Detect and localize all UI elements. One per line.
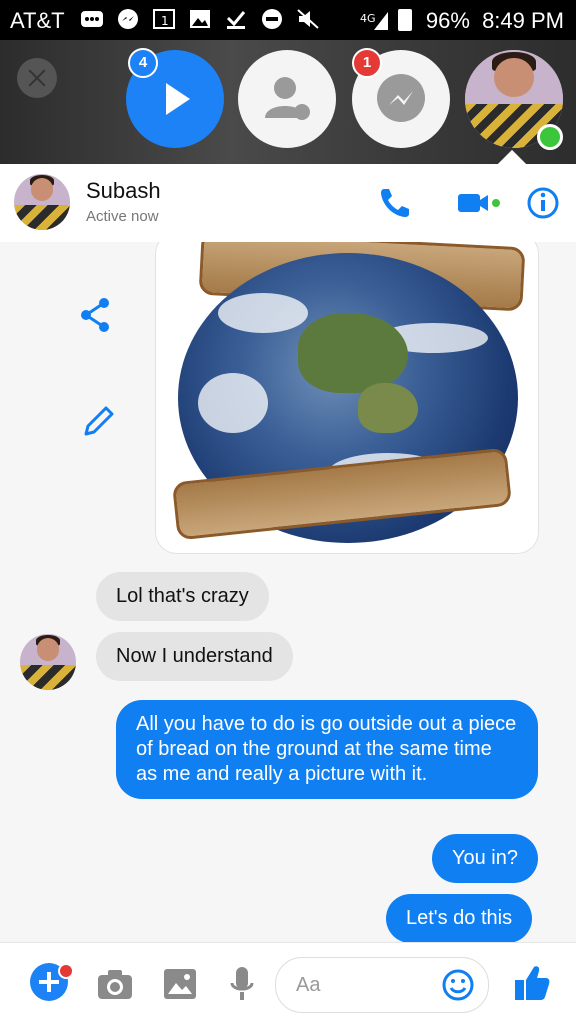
calendar-icon: 1 (152, 8, 176, 30)
sender-avatar[interactable] (20, 634, 76, 690)
status-bar: AT&T 1 4G 96% 8:49 PM (0, 0, 576, 40)
unread-count-badge: 1 (352, 48, 382, 78)
video-call-icon[interactable] (456, 186, 504, 220)
signal-icon: 4G (360, 12, 388, 30)
new-feature-dot (58, 963, 74, 979)
gallery-icon (188, 8, 212, 30)
svg-text:4G: 4G (360, 12, 376, 25)
shared-image[interactable] (155, 242, 539, 554)
message-list[interactable]: Lol that's crazy Now I understand All yo… (0, 242, 576, 942)
battery-percent: 96% (425, 8, 470, 33)
message-bubble[interactable]: Now I understand (96, 632, 293, 681)
like-thumbs-up-icon[interactable] (512, 963, 552, 1003)
download-done-icon (224, 8, 248, 30)
mute-icon (296, 8, 320, 30)
message-bubble[interactable]: All you have to do is go outside out a p… (116, 700, 538, 799)
composer-bar (0, 942, 576, 1025)
contact-avatar[interactable] (14, 174, 70, 230)
svg-text:1: 1 (161, 14, 169, 28)
message-bubble[interactable]: Lol that's crazy (96, 572, 269, 621)
message-input-box[interactable] (275, 957, 489, 1013)
info-icon[interactable] (526, 186, 560, 220)
message-input[interactable] (294, 970, 448, 1000)
chat-heads-bar: 4 1 (0, 40, 576, 164)
do-not-disturb-icon (260, 8, 284, 30)
clock: 8:49 PM (482, 8, 564, 33)
camera-icon[interactable] (96, 967, 134, 1001)
contact-name[interactable]: Subash (86, 178, 161, 204)
phone-call-icon[interactable] (378, 186, 412, 220)
more-icon (80, 8, 104, 30)
close-chat-heads-button[interactable] (17, 58, 57, 98)
message-bubble[interactable]: Let's do this (386, 894, 533, 942)
notification-icons: 1 (80, 8, 320, 30)
message-bubble[interactable]: You in? (432, 834, 538, 883)
gallery-icon[interactable] (162, 967, 198, 1001)
carrier-label: AT&T (10, 8, 65, 33)
online-indicator (537, 124, 563, 150)
person-icon (265, 77, 310, 120)
contacts-chat-head[interactable] (238, 50, 336, 148)
messenger-notif-icon (116, 8, 140, 30)
share-icon[interactable] (78, 296, 112, 334)
emoji-icon[interactable] (441, 968, 475, 1002)
active-status: Active now (86, 208, 159, 225)
conversation-header: Subash Active now (0, 149, 576, 243)
microphone-icon[interactable] (228, 965, 256, 1003)
video-count-badge: 4 (128, 48, 158, 78)
edit-pencil-icon[interactable] (80, 402, 118, 440)
battery-icon (398, 9, 412, 31)
